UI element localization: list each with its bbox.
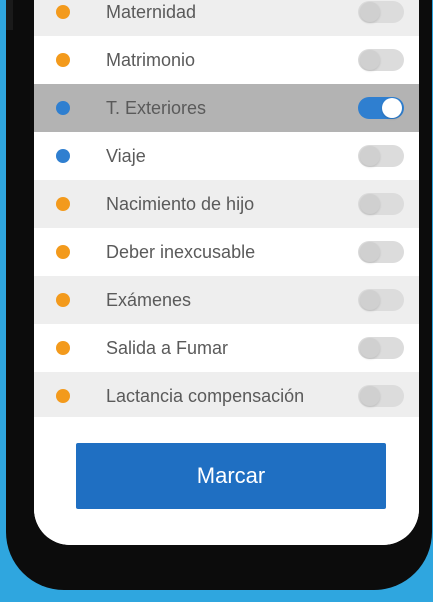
list-item[interactable]: Matrimonio bbox=[34, 36, 419, 84]
status-dot-icon bbox=[56, 53, 70, 67]
screen: CursoMaternidadMatrimonioT. ExterioresVi… bbox=[34, 0, 419, 545]
footer: Marcar bbox=[34, 417, 419, 545]
list-item-label: Nacimiento de hijo bbox=[106, 193, 255, 214]
toggle-switch[interactable] bbox=[358, 241, 404, 263]
list-item-label: Maternidad bbox=[106, 1, 197, 22]
list-item-label: Lactancia compensación bbox=[106, 385, 305, 406]
list-item-label: Deber inexcusable bbox=[106, 241, 256, 262]
status-dot-icon bbox=[56, 101, 70, 115]
toggle-switch[interactable] bbox=[358, 97, 404, 119]
list-item-label: Matrimonio bbox=[106, 49, 196, 70]
list-item[interactable]: Exámenes bbox=[34, 276, 419, 324]
status-dot-icon bbox=[56, 149, 70, 163]
list-item[interactable]: Maternidad bbox=[34, 0, 419, 36]
toggle-knob bbox=[360, 386, 380, 406]
list-item-label: Viaje bbox=[106, 145, 146, 166]
status-dot-icon bbox=[56, 5, 70, 19]
toggle-switch[interactable] bbox=[358, 49, 404, 71]
toggle-switch[interactable] bbox=[358, 1, 404, 23]
toggle-knob bbox=[360, 338, 380, 358]
toggle-knob bbox=[360, 2, 380, 22]
toggle-switch[interactable] bbox=[358, 289, 404, 311]
status-dot-icon bbox=[56, 245, 70, 259]
status-dot-icon bbox=[56, 293, 70, 307]
list-item[interactable]: T. Exteriores bbox=[34, 84, 419, 132]
list-item[interactable]: Nacimiento de hijo bbox=[34, 180, 419, 228]
status-dot-icon bbox=[56, 341, 70, 355]
toggle-switch[interactable] bbox=[358, 337, 404, 359]
list-item[interactable]: Salida a Fumar bbox=[34, 324, 419, 372]
list-item-label: T. Exteriores bbox=[106, 97, 207, 118]
list-item-label: Salida a Fumar bbox=[106, 337, 229, 358]
marcar-button[interactable]: Marcar bbox=[76, 443, 386, 509]
list-item[interactable]: Viaje bbox=[34, 132, 419, 180]
toggle-knob bbox=[360, 194, 380, 214]
toggle-knob bbox=[360, 242, 380, 262]
toggle-knob bbox=[360, 290, 380, 310]
status-dot-icon bbox=[56, 389, 70, 403]
status-dot-icon bbox=[56, 197, 70, 211]
toggle-switch[interactable] bbox=[358, 145, 404, 167]
toggle-knob bbox=[382, 98, 402, 118]
permission-list[interactable]: CursoMaternidadMatrimonioT. ExterioresVi… bbox=[34, 0, 419, 417]
toggle-knob bbox=[360, 50, 380, 70]
toggle-switch[interactable] bbox=[358, 193, 404, 215]
toggle-switch[interactable] bbox=[358, 385, 404, 407]
toggle-knob bbox=[360, 146, 380, 166]
list-item-label: Exámenes bbox=[106, 289, 192, 310]
phone-frame: CursoMaternidadMatrimonioT. ExterioresVi… bbox=[6, 0, 432, 590]
phone-side-edge bbox=[6, 0, 13, 30]
list-item[interactable]: Lactancia compensación bbox=[34, 372, 419, 417]
list-item[interactable]: Deber inexcusable bbox=[34, 228, 419, 276]
